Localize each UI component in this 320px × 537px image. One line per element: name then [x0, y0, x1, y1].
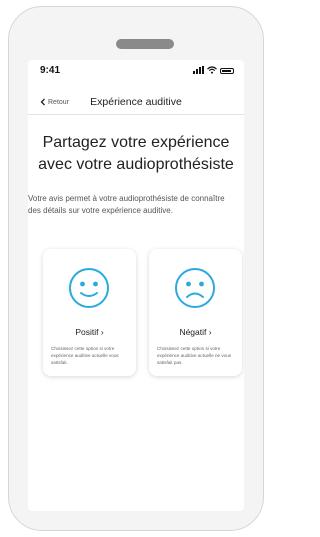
status-time: 9:41 — [40, 65, 61, 76]
wifi-icon — [207, 66, 217, 74]
battery-icon — [220, 68, 234, 74]
status-icons — [193, 66, 234, 74]
status-bar: 9:41 — [28, 60, 244, 82]
positive-option-label: Positif › — [75, 327, 104, 337]
headline-line-2: avec votre audioprothésiste — [38, 156, 234, 173]
negative-option-card[interactable]: Négatif › Choisissez cette option si vot… — [149, 249, 242, 376]
headline: Partagez votre expérience avec votre aud… — [28, 132, 244, 176]
negative-option-label: Négatif › — [179, 327, 212, 337]
speaker-grille — [116, 39, 174, 49]
app-screen: 9:41 Retour Expérience auditive Partagez… — [28, 60, 244, 511]
headline-line-1: Partagez votre expérience — [42, 134, 230, 151]
sad-face-icon — [175, 268, 215, 308]
description-text: Votre avis permet à votre audioprothésis… — [28, 194, 225, 215]
negative-option-description: Choisissez cette option si votre expérie… — [157, 346, 232, 365]
navigation-bar: Retour Expérience auditive — [28, 92, 244, 115]
happy-face-icon — [69, 268, 109, 308]
cellular-signal-icon — [193, 66, 204, 74]
positive-option-description: Choisissez cette option si votre expérie… — [51, 346, 119, 365]
positive-option-card[interactable]: Positif › Choisissez cette option si vot… — [43, 249, 136, 376]
page-title: Expérience auditive — [90, 96, 182, 108]
